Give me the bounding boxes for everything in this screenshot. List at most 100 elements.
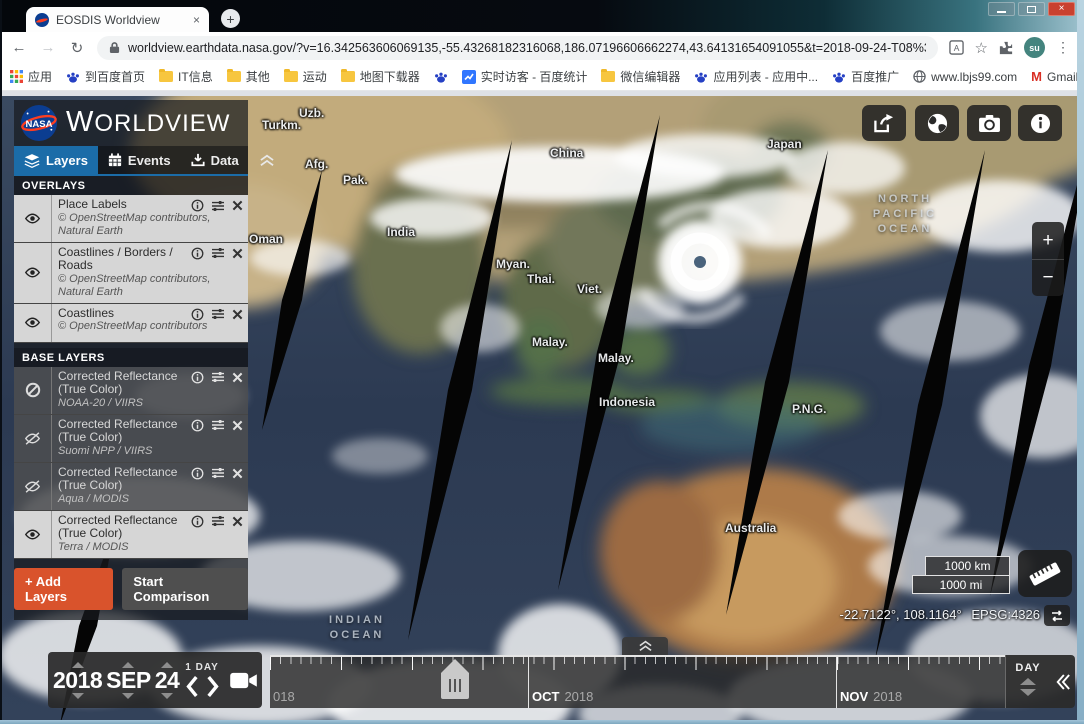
timeline-ruler[interactable]: 018OCT2018NOV2018: [270, 655, 1005, 708]
layer-subtitle: Aqua / MODIS: [58, 493, 242, 506]
start-comparison-button[interactable]: Start Comparison: [122, 568, 248, 610]
scale-bar-mi: 1000 mi: [912, 575, 1010, 594]
extensions-icon[interactable]: [999, 41, 1013, 55]
worldview-map[interactable]: NASA WORLDVIEW Layers Events Data: [0, 96, 1084, 724]
bookmark-item[interactable]: 实时访客 - 百度统计: [462, 68, 588, 85]
year-stepper[interactable]: 2018: [53, 662, 102, 699]
info-icon[interactable]: [191, 371, 204, 384]
url-input[interactable]: worldview.earthdata.nasa.gov/?v=16.34256…: [97, 36, 938, 60]
timeline-expand-button[interactable]: [622, 637, 668, 655]
bookmark-item[interactable]: 应用: [10, 68, 52, 85]
tab-events[interactable]: Events: [98, 146, 181, 174]
tab-layers[interactable]: Layers: [14, 146, 98, 174]
map-place-label: Uzb.: [299, 106, 324, 120]
share-button[interactable]: [862, 105, 906, 141]
layer-row: Corrected Reflectance (True Color)Suomi …: [14, 415, 248, 463]
close-icon[interactable]: [232, 516, 243, 527]
add-layers-button[interactable]: + Add Layers: [14, 568, 113, 610]
bookmark-item[interactable]: IT信息: [159, 68, 213, 85]
animation-button[interactable]: [229, 671, 258, 690]
close-icon[interactable]: [232, 200, 243, 211]
bookmark-item[interactable]: [434, 70, 448, 84]
bookmark-item[interactable]: 到百度首页: [66, 68, 145, 85]
bookmark-label: 应用: [28, 68, 52, 85]
month-stepper[interactable]: SEP: [106, 662, 151, 699]
info-icon[interactable]: [191, 515, 204, 528]
close-icon[interactable]: [232, 309, 243, 320]
info-icon[interactable]: [191, 419, 204, 432]
ban-icon[interactable]: [14, 367, 52, 414]
bookmark-item[interactable]: 其他: [227, 68, 270, 85]
bookmark-star-icon[interactable]: ☆: [975, 39, 988, 57]
translate-icon[interactable]: A: [949, 40, 964, 55]
profile-avatar[interactable]: su: [1024, 37, 1045, 58]
day-down-icon[interactable]: [161, 693, 173, 699]
info-icon[interactable]: [191, 308, 204, 321]
bookmark-item[interactable]: 应用列表 - 应用中...: [694, 68, 818, 85]
chrome-menu-icon[interactable]: ⋮: [1056, 39, 1070, 56]
zoom-in-button[interactable]: +: [1032, 222, 1064, 259]
eye-icon[interactable]: [14, 195, 52, 242]
close-icon[interactable]: [232, 372, 243, 383]
projection-button[interactable]: [915, 105, 959, 141]
address-bar-actions: A ☆ su ⋮: [949, 37, 1074, 58]
tab-data[interactable]: Data: [181, 146, 249, 174]
globe-icon: [926, 112, 949, 135]
info-icon[interactable]: [191, 467, 204, 480]
close-icon[interactable]: [232, 248, 243, 259]
bookmark-item[interactable]: 地图下载器: [341, 68, 420, 85]
info-icon[interactable]: [191, 247, 204, 260]
options-icon[interactable]: [211, 200, 225, 212]
zoom-out-button[interactable]: −: [1032, 259, 1064, 296]
close-icon[interactable]: [232, 468, 243, 479]
maximize-button[interactable]: [1018, 2, 1045, 16]
options-icon[interactable]: [211, 308, 225, 320]
bookmark-item[interactable]: www.lbjs99.com: [913, 70, 1017, 84]
tab-close-icon[interactable]: ×: [193, 13, 200, 27]
previous-day-icon[interactable]: [186, 675, 198, 698]
browser-tab[interactable]: EOSDIS Worldview ×: [26, 7, 209, 32]
next-day-icon[interactable]: [207, 675, 219, 698]
eye-slash-icon[interactable]: [14, 415, 52, 462]
close-icon[interactable]: [232, 420, 243, 431]
layer-row: Corrected Reflectance (True Color)NOAA-2…: [14, 367, 248, 415]
maximize-icon: [1027, 6, 1036, 13]
month-down-icon[interactable]: [122, 693, 134, 699]
back-icon[interactable]: ←: [10, 39, 28, 56]
nasa-favicon-icon: [35, 13, 49, 27]
close-button[interactable]: ×: [1048, 2, 1075, 16]
options-icon[interactable]: [211, 247, 225, 259]
eye-icon[interactable]: [14, 304, 52, 342]
sidebar-buttons: + Add Layers Start Comparison: [14, 559, 248, 620]
measure-button[interactable]: [1018, 550, 1072, 597]
forward-icon[interactable]: →: [39, 39, 57, 56]
reload-icon[interactable]: ↻: [68, 39, 86, 57]
options-icon[interactable]: [211, 467, 225, 479]
new-tab-button[interactable]: +: [221, 9, 240, 28]
sidebar-collapse-button[interactable]: [249, 146, 285, 174]
timeline-zoom-down-icon[interactable]: [1020, 689, 1036, 696]
year-down-icon[interactable]: [72, 693, 84, 699]
bookmark-item[interactable]: 百度推广: [832, 68, 899, 85]
coordinates-format-button[interactable]: [1044, 605, 1070, 626]
options-icon[interactable]: [211, 371, 225, 383]
eye-icon[interactable]: [14, 511, 52, 558]
snapshot-button[interactable]: [967, 105, 1011, 141]
info-button[interactable]: [1018, 105, 1062, 141]
bookmark-item[interactable]: MGmail: [1031, 70, 1078, 84]
options-icon[interactable]: [211, 419, 225, 431]
eye-icon[interactable]: [14, 243, 52, 303]
bookmark-item[interactable]: 微信编辑器: [601, 68, 680, 85]
info-icon[interactable]: [191, 199, 204, 212]
bookmark-item[interactable]: 运动: [284, 68, 327, 85]
options-icon[interactable]: [211, 515, 225, 527]
minimize-button[interactable]: [988, 2, 1015, 16]
layer-row: Place Labels© OpenStreetMap contributors…: [14, 195, 248, 243]
timeline-collapse-button[interactable]: [1050, 655, 1075, 708]
eye-slash-icon[interactable]: [14, 463, 52, 510]
timeline-dragger[interactable]: [440, 658, 470, 700]
chevron-up-double-icon: [258, 154, 276, 167]
day-stepper[interactable]: 24: [155, 662, 180, 699]
timeline-zoom-up-icon[interactable]: [1020, 678, 1036, 685]
interval-label[interactable]: 1 DAY: [185, 662, 219, 673]
